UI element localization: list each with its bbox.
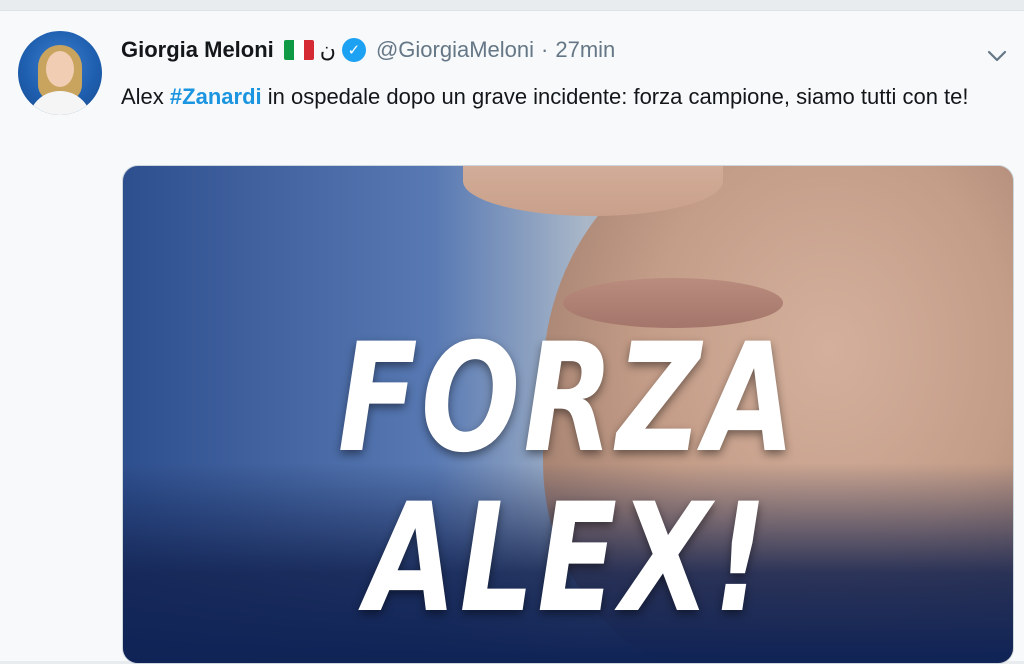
more-options-button[interactable] (984, 43, 1010, 69)
hashtag-link[interactable]: #Zanardi (170, 84, 262, 109)
media-slogan: FORZA ALEX! (337, 312, 799, 646)
chevron-down-icon (987, 50, 1007, 62)
author-handle[interactable]: @GiorgiaMeloni (376, 37, 534, 63)
tweet-timestamp[interactable]: 27min (555, 37, 615, 63)
avatar-face (46, 51, 74, 87)
tweet-text: Alex #Zanardi in ospedale dopo un grave … (121, 81, 1011, 113)
separator-dot: · (541, 37, 549, 62)
tweet-header: Giorgia Meloni ن ✓ @GiorgiaMeloni · 27mi… (121, 35, 964, 65)
tweet-media-image[interactable]: FORZA ALEX! (122, 165, 1014, 664)
tweet-card[interactable]: Giorgia Meloni ن ✓ @GiorgiaMeloni · 27mi… (0, 10, 1024, 664)
verified-badge-icon: ✓ (341, 38, 366, 62)
tweet-text-after: in ospedale dopo un grave incidente: for… (261, 84, 969, 109)
name-extra-glyph: ن (319, 37, 336, 63)
avatar[interactable] (18, 31, 102, 115)
italy-flag-icon (283, 40, 314, 60)
author-name[interactable]: Giorgia Meloni (121, 37, 274, 63)
avatar-shoulders (28, 91, 92, 115)
tweet-text-before: Alex (121, 84, 170, 109)
